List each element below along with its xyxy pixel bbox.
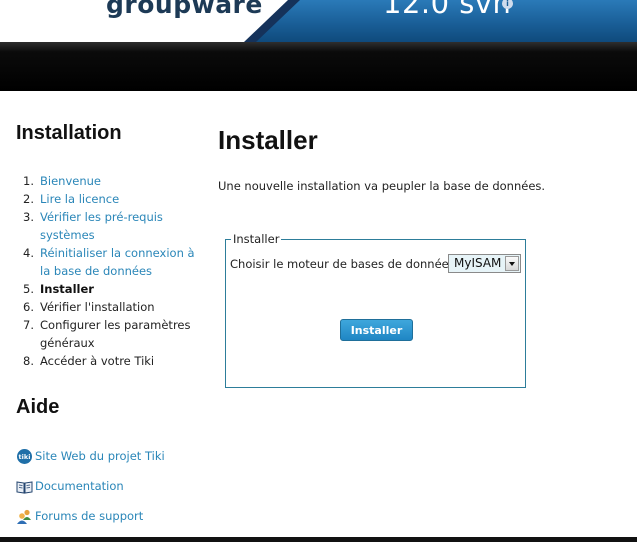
step-number: 6.	[23, 300, 34, 314]
brand-text: groupware	[106, 0, 263, 19]
db-engine-label: Choisir le moteur de bases de données	[230, 257, 455, 271]
step-number: 2.	[23, 192, 34, 206]
step-text-configurer: Configurer les paramètres généraux	[40, 318, 191, 350]
step-number: 3.	[23, 210, 34, 224]
step-item-1[interactable]: 1. Bienvenue	[16, 172, 196, 190]
help-link-label[interactable]: Site Web du projet Tiki	[35, 449, 165, 463]
top-navigation-bar	[0, 42, 637, 91]
page-title: Installer	[218, 125, 318, 155]
intro-text: Une nouvelle installation va peupler la …	[218, 179, 546, 193]
book-icon	[16, 478, 33, 495]
db-engine-selected-value: MyISAM	[454, 256, 502, 270]
step-item-2[interactable]: 2. Lire la licence	[16, 190, 196, 208]
chevron-down-icon[interactable]	[505, 256, 519, 271]
help-title: Aide	[16, 396, 60, 418]
install-steps-list: 1. Bienvenue 2. Lire la licence 3. Vérifier…	[16, 172, 196, 370]
step-number: 8.	[23, 354, 34, 368]
bottom-bar	[0, 537, 637, 542]
help-link-tiki-site[interactable]: tiki Site Web du projet Tiki	[16, 446, 216, 466]
step-link-prerequis[interactable]: Vérifier les pré-requis systèmes	[40, 210, 163, 242]
step-number: 5.	[23, 282, 34, 296]
step-number: 7.	[23, 318, 34, 332]
step-item-8: 8. Accéder à votre Tiki	[16, 352, 196, 370]
header-banner: groupware 12.0 svn i	[0, 0, 637, 42]
step-current-installer: Installer	[40, 282, 94, 296]
help-link-label[interactable]: Documentation	[35, 479, 124, 493]
version-text: 12.0 svn	[383, 0, 512, 20]
db-engine-select[interactable]: MyISAM	[448, 254, 521, 273]
fieldset-legend: Installer	[231, 232, 282, 246]
step-item-7: 7. Configurer les paramètres généraux	[16, 316, 196, 352]
step-item-5: 5. Installer	[16, 280, 196, 298]
help-link-documentation[interactable]: Documentation	[16, 476, 216, 496]
step-number: 4.	[23, 246, 34, 260]
step-link-licence[interactable]: Lire la licence	[40, 192, 119, 206]
step-item-3[interactable]: 3. Vérifier les pré-requis systèmes	[16, 208, 196, 244]
svg-text:tiki: tiki	[19, 453, 31, 461]
step-number: 1.	[23, 174, 34, 188]
banner-blue-panel	[254, 0, 637, 42]
help-link-forums[interactable]: Forums de support	[16, 506, 216, 526]
step-link-connexion[interactable]: Réinitialiser la connexion à la base de …	[40, 246, 195, 278]
step-link-bienvenue[interactable]: Bienvenue	[40, 174, 101, 188]
step-item-4[interactable]: 4. Réinitialiser la connexion à la base d…	[16, 244, 196, 280]
sidebar-title: Installation	[16, 122, 122, 144]
step-text-acceder: Accéder à votre Tiki	[40, 354, 155, 368]
step-item-6: 6. Vérifier l'installation	[16, 298, 196, 316]
help-link-label[interactable]: Forums de support	[35, 509, 143, 523]
tiki-logo-icon: tiki	[16, 448, 33, 465]
install-button[interactable]: Installer	[340, 319, 413, 341]
users-icon	[16, 508, 33, 525]
step-text-verifier: Vérifier l'installation	[40, 300, 155, 314]
